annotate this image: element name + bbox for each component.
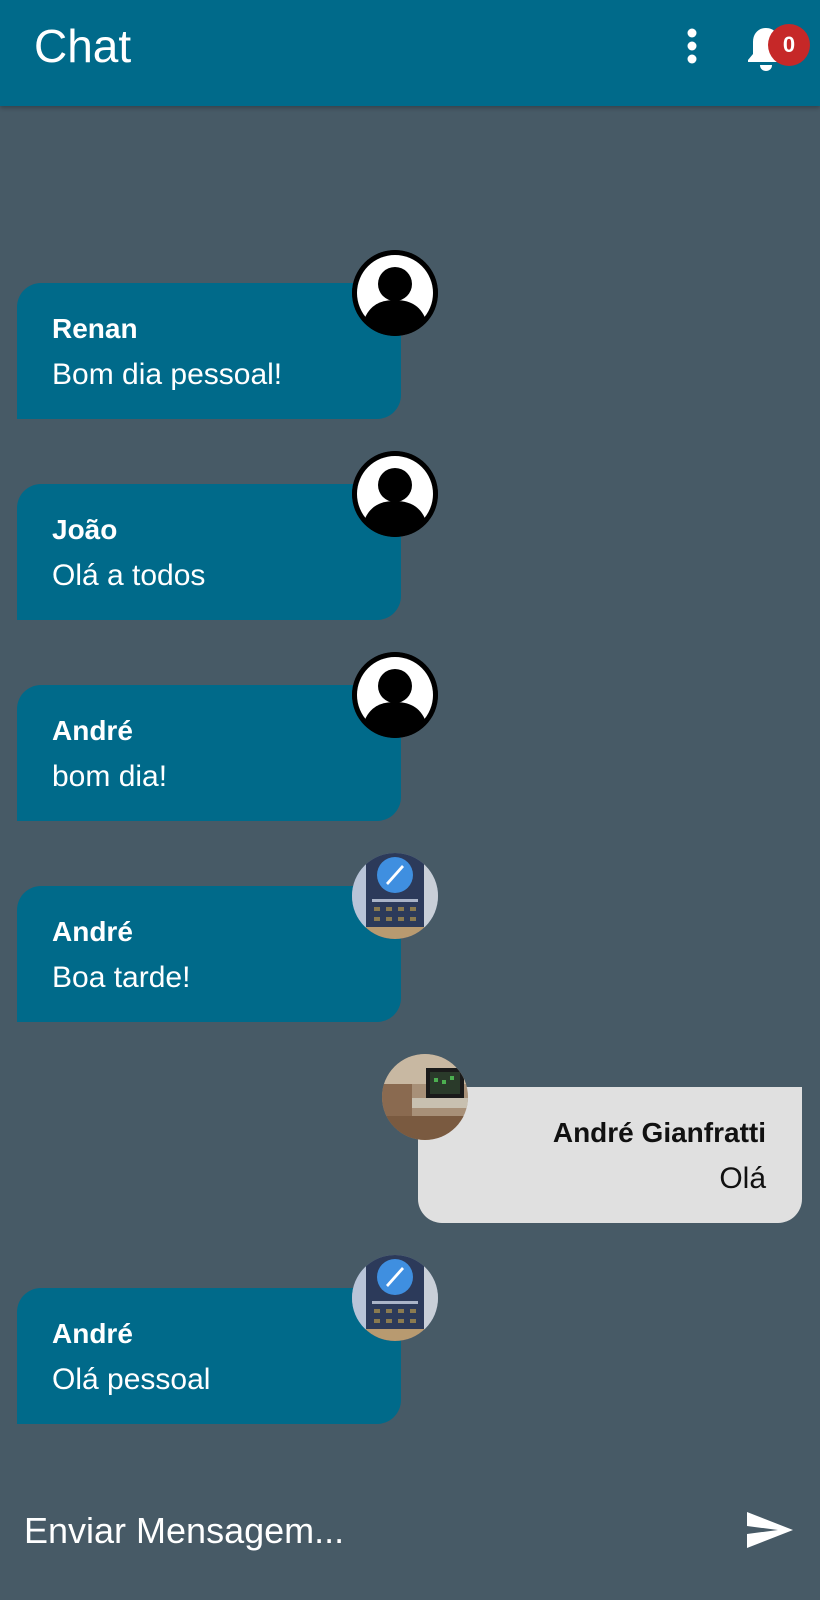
message-bubble: André Olá pessoal — [17, 1288, 401, 1424]
message-text: Olá a todos — [52, 559, 206, 592]
default-user-avatar — [352, 451, 438, 537]
photo-avatar — [352, 853, 438, 939]
message-text: Olá — [719, 1162, 766, 1195]
message-text: bom dia! — [52, 760, 168, 793]
more-vert-icon[interactable] — [676, 28, 708, 68]
message-sender: André — [52, 715, 133, 746]
message-composer — [0, 1490, 820, 1570]
message-sender: André — [52, 1318, 133, 1349]
photo-avatar — [382, 1054, 468, 1140]
message-input[interactable] — [22, 1500, 706, 1562]
notification-badge: 0 — [768, 24, 810, 66]
default-user-avatar — [352, 652, 438, 738]
photo-avatar — [352, 1255, 438, 1341]
app-bar: Chat 0 — [0, 0, 820, 106]
message-text: Bom dia pessoal! — [52, 358, 283, 391]
default-user-avatar — [352, 250, 438, 336]
message-text: Boa tarde! — [52, 961, 191, 994]
message-bubble: João Olá a todos — [17, 484, 401, 620]
notifications-button[interactable]: 0 — [744, 20, 810, 80]
page-title: Chat — [34, 20, 132, 72]
message-bubble: André Boa tarde! — [17, 886, 401, 1022]
message-bubble-own: André Gianfratti Olá — [418, 1087, 802, 1223]
message-sender: André — [52, 916, 133, 947]
message-sender: André Gianfratti — [552, 1117, 766, 1148]
message-text: Olá pessoal — [52, 1363, 211, 1396]
send-icon[interactable] — [744, 1504, 796, 1556]
message-bubble: André bom dia! — [17, 685, 401, 821]
message-sender: Renan — [52, 313, 138, 344]
message-sender: João — [52, 514, 118, 545]
message-bubble: Renan Bom dia pessoal! — [17, 283, 401, 419]
